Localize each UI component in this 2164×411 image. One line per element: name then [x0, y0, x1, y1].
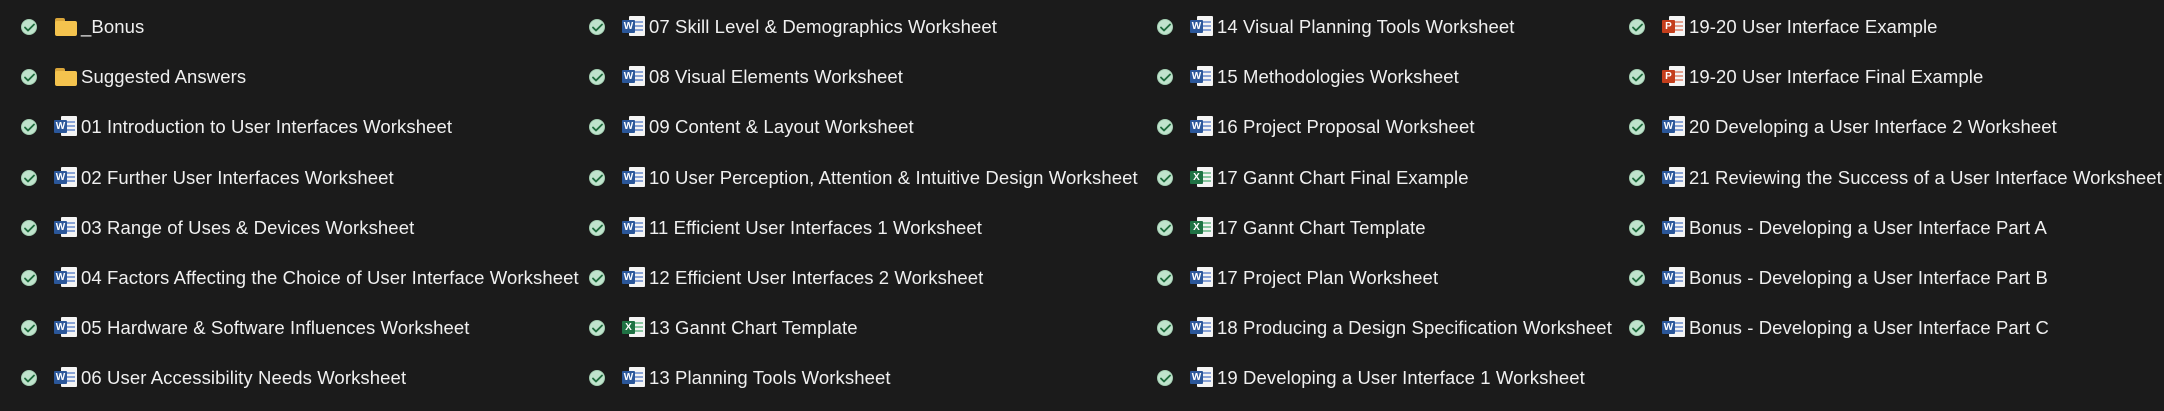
folder-icon [54, 14, 78, 38]
word-document-icon: W [1190, 265, 1214, 289]
word-document-icon: W [1190, 315, 1214, 339]
sync-check-icon [1629, 320, 1645, 337]
sync-check-icon [21, 69, 37, 86]
sync-check-icon [1157, 19, 1173, 35]
sync-check-icon [21, 219, 37, 236]
word-document-icon: W [1190, 365, 1214, 389]
file-name: 10 User Perception, Attention & Intuitiv… [649, 166, 1138, 188]
sync-check-icon [21, 119, 37, 136]
word-document-icon: W [54, 265, 78, 289]
word-document-icon: W [1190, 14, 1214, 38]
file-name: 21 Reviewing the Success of a User Inter… [1689, 166, 2162, 188]
sync-check-icon [1157, 270, 1173, 286]
file-name: 20 Developing a User Interface 2 Workshe… [1689, 116, 2057, 138]
file-name: 12 Efficient User Interfaces 2 Worksheet [649, 267, 984, 288]
word-document-icon: W [622, 215, 646, 239]
file-name: 18 Producing a Design Specification Work… [1217, 317, 1612, 339]
word-document-icon: W [1662, 315, 1686, 339]
sync-check-icon [589, 19, 605, 35]
file-name: 06 User Accessibility Needs Worksheet [81, 367, 407, 389]
excel-workbook-icon: X [622, 315, 646, 339]
file-name: _Bonus [81, 16, 145, 37]
sync-check-icon [589, 69, 605, 86]
file-list-view: _Bonus Suggested Answers W 01 Introduction … [0, 0, 2164, 411]
file-name: 17 Gannt Chart Template [1217, 216, 1426, 238]
file-name: 14 Visual Planning Tools Worksheet [1217, 16, 1515, 37]
word-document-icon: W [54, 215, 78, 239]
word-document-icon: W [1190, 64, 1214, 88]
word-document-icon: W [54, 315, 78, 339]
sync-check-icon [1157, 169, 1173, 186]
file-name: 17 Gannt Chart Final Example [1217, 166, 1469, 188]
word-document-icon: W [622, 365, 646, 389]
powerpoint-presentation-icon: P [1662, 64, 1686, 88]
excel-workbook-icon: X [1190, 215, 1214, 239]
file-name: 11 Efficient User Interfaces 1 Worksheet [649, 216, 983, 238]
word-document-icon: W [1662, 265, 1686, 289]
file-name: 19-20 User Interface Final Example [1689, 66, 1984, 88]
word-document-icon: W [54, 165, 78, 189]
file-name: 02 Further User Interfaces Worksheet [81, 166, 394, 188]
sync-check-icon [1157, 219, 1173, 236]
sync-check-icon [1157, 119, 1173, 136]
file-name: 17 Project Plan Worksheet [1217, 267, 1439, 288]
file-name: 07 Skill Level & Demographics Worksheet [649, 16, 998, 37]
sync-check-icon [21, 19, 37, 35]
sync-check-icon [1629, 69, 1645, 86]
file-name: Bonus - Developing a User Interface Part… [1689, 267, 2048, 288]
sync-check-icon [1629, 169, 1645, 186]
sync-check-icon [589, 169, 605, 186]
file-name: Suggested Answers [81, 66, 247, 88]
sync-check-icon [589, 119, 605, 136]
file-name: Bonus - Developing a User Interface Part… [1689, 317, 2049, 339]
sync-check-icon [1157, 69, 1173, 86]
powerpoint-presentation-icon: P [1662, 14, 1686, 38]
file-name: 03 Range of Uses & Devices Worksheet [81, 216, 415, 238]
sync-check-icon [589, 270, 605, 286]
word-document-icon: W [1662, 165, 1686, 189]
sync-check-icon [1629, 219, 1645, 236]
word-document-icon: W [622, 14, 646, 38]
sync-check-icon [1629, 270, 1645, 286]
word-document-icon: W [622, 165, 646, 189]
file-name: Bonus - Developing a User Interface Part… [1689, 216, 2047, 238]
file-name: 05 Hardware & Software Influences Worksh… [81, 317, 470, 339]
word-document-icon: W [622, 114, 646, 138]
word-document-icon: W [1662, 114, 1686, 138]
file-name: 09 Content & Layout Worksheet [649, 116, 914, 138]
file-name: 19-20 User Interface Example [1689, 16, 1938, 37]
sync-check-icon [1157, 320, 1173, 337]
excel-workbook-icon: X [1190, 165, 1214, 189]
sync-check-icon [21, 270, 37, 286]
sync-check-icon [589, 370, 605, 387]
folder-icon [54, 64, 78, 88]
sync-check-icon [21, 370, 37, 387]
sync-check-icon [589, 219, 605, 236]
sync-check-icon [1629, 19, 1645, 35]
file-name: 08 Visual Elements Worksheet [649, 66, 904, 88]
file-name: 19 Developing a User Interface 1 Workshe… [1217, 367, 1585, 389]
word-document-icon: W [54, 114, 78, 138]
file-name: 01 Introduction to User Interfaces Works… [81, 116, 453, 138]
file-name: 13 Gannt Chart Template [649, 317, 858, 339]
word-document-icon: W [1662, 215, 1686, 239]
sync-check-icon [1629, 119, 1645, 136]
sync-check-icon [1157, 370, 1173, 387]
file-name: 13 Planning Tools Worksheet [649, 367, 891, 389]
sync-check-icon [589, 320, 605, 337]
sync-check-icon [21, 169, 37, 186]
word-document-icon: W [1190, 114, 1214, 138]
file-name: 15 Methodologies Worksheet [1217, 66, 1459, 88]
word-document-icon: W [622, 64, 646, 88]
word-document-icon: W [54, 365, 78, 389]
file-name: 16 Project Proposal Worksheet [1217, 116, 1475, 138]
sync-check-icon [21, 320, 37, 337]
word-document-icon: W [622, 265, 646, 289]
file-name: 04 Factors Affecting the Choice of User … [81, 267, 579, 288]
